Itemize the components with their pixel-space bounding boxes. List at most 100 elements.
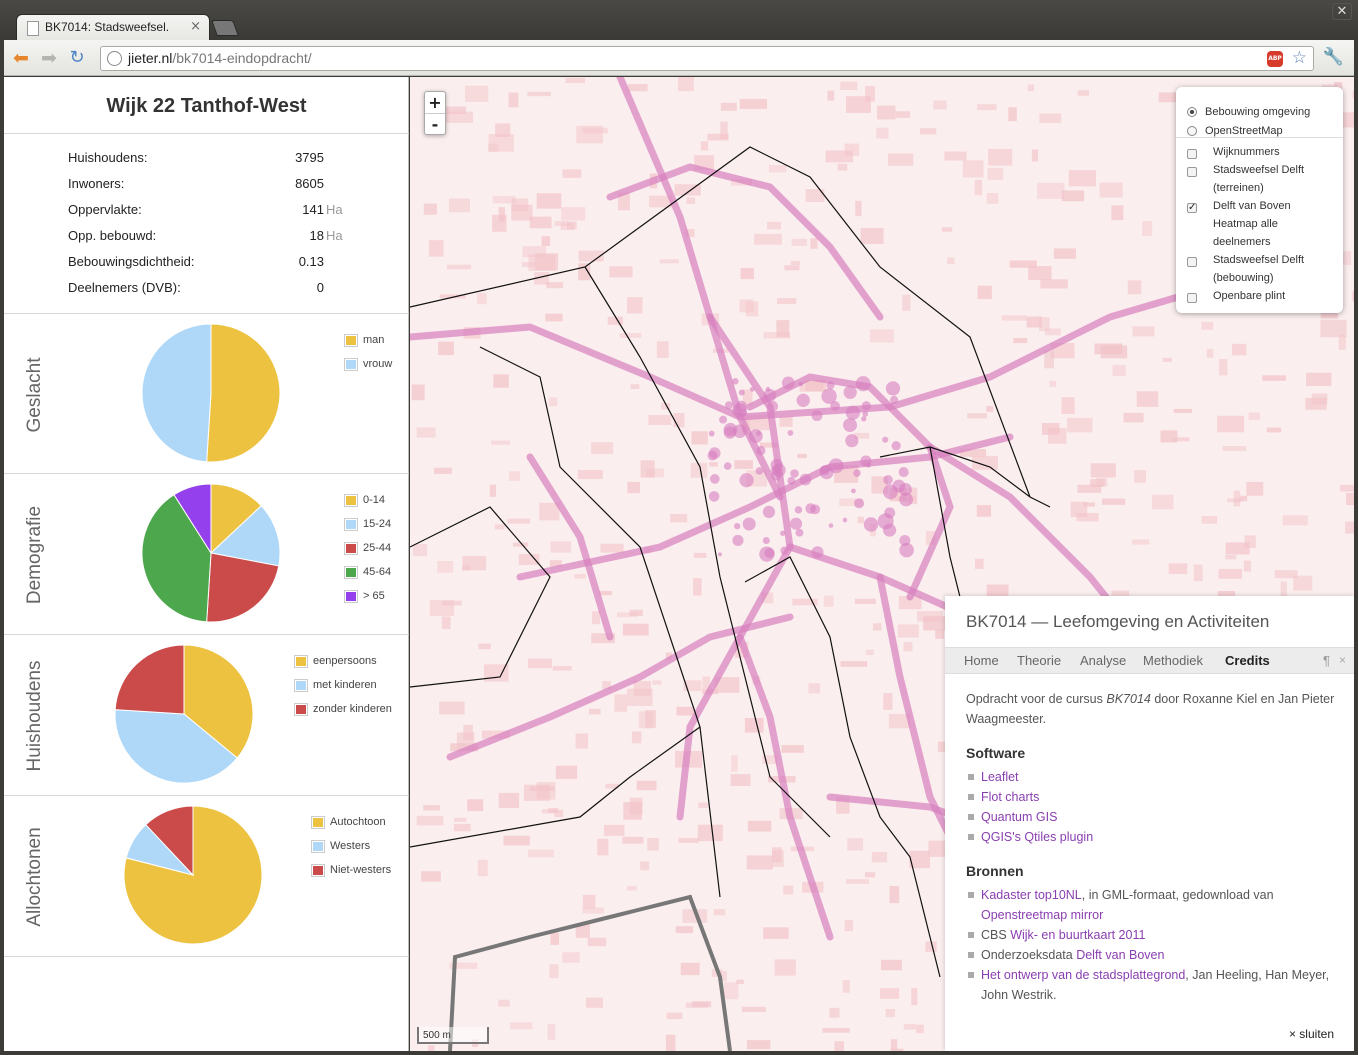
close-panel-button[interactable]: × sluiten (1289, 1027, 1334, 1041)
heatmap-spot (763, 388, 777, 402)
building-block (498, 792, 520, 808)
bookmark-star-icon[interactable]: ☆ (1292, 48, 1307, 68)
building-block (631, 731, 642, 744)
browser-tab[interactable]: BK7014: Stadsweefsel. × (16, 14, 210, 41)
layer-label: Openbare plint (1213, 290, 1286, 302)
layer-label: deelnemers (1213, 236, 1271, 248)
legend-swatch (344, 542, 358, 555)
tab-theorie[interactable]: Theorie (1017, 653, 1061, 668)
zoom-out-button[interactable]: - (425, 114, 445, 136)
checkbox[interactable] (1187, 167, 1197, 177)
heatmap-spot (794, 506, 803, 514)
stat-row: Opp. bebouwd: 18 Ha (68, 225, 368, 251)
building-block (1201, 321, 1214, 330)
source-link[interactable]: Het ontwerp van de stadsplattegrond (981, 968, 1185, 982)
address-bar[interactable]: jieter.nl/bk7014-eindopdracht/ ABP ☆ (100, 46, 1314, 71)
list-item: Quantum GIS (966, 807, 1336, 827)
tab-analyse[interactable]: Analyse (1080, 653, 1126, 668)
layer-label: Wijknummers (1213, 146, 1280, 158)
heatmap-spot (828, 458, 844, 474)
building-block (713, 909, 726, 916)
stat-value: 0.13 (298, 254, 324, 269)
building-block (916, 1024, 924, 1034)
building-block (582, 894, 596, 909)
source-link[interactable]: Wijk- en buurtkaart 2011 (1010, 928, 1145, 942)
tab-close-icon[interactable]: × (190, 19, 201, 34)
tab-credits[interactable]: Credits (1225, 653, 1270, 668)
building-block (1068, 170, 1096, 187)
layer-label: Bebouwing omgeving (1205, 106, 1311, 118)
building-block (1039, 113, 1062, 124)
stat-row: Deelnemers (DVB): 0 (68, 277, 368, 303)
building-block (739, 98, 768, 109)
intro-pre: Opdracht voor de cursus (966, 692, 1107, 706)
software-link[interactable]: Quantum GIS (981, 810, 1057, 824)
layer-label: Delft van Boven (1213, 200, 1291, 212)
radio-button[interactable] (1187, 107, 1197, 117)
layer-label: (bebouwing) (1213, 272, 1274, 284)
checkbox[interactable] (1187, 149, 1197, 159)
url-text[interactable]: jieter.nl/bk7014-eindopdracht/ (128, 50, 312, 66)
building-block (730, 774, 751, 786)
building-block (1077, 484, 1102, 493)
building-block (507, 518, 531, 524)
pilcrow-icon[interactable]: ¶ (1323, 653, 1330, 668)
legend-swatch (344, 590, 358, 603)
pie-section: Geslacht man vrouw (4, 314, 409, 475)
building-block (508, 92, 519, 108)
source-link[interactable]: Delft van Boven (1076, 948, 1164, 962)
stat-label: Deelnemers (DVB): (68, 280, 181, 295)
building-block (633, 681, 652, 696)
chart-title: Demografie (24, 505, 45, 604)
legend-label: vrouw (363, 358, 393, 370)
building-block (1243, 560, 1251, 572)
software-heading: Software (966, 745, 1026, 761)
tab-home[interactable]: Home (964, 653, 999, 668)
wrench-icon[interactable]: 🔧 (1323, 47, 1344, 67)
source-link[interactable]: Kadaster top10NL (981, 888, 1082, 902)
heatmap-spot (845, 434, 859, 448)
checkbox[interactable] (1187, 257, 1197, 267)
building-block (577, 469, 603, 480)
building-block (747, 820, 772, 832)
building-block (941, 227, 953, 232)
close-icon[interactable]: × (1339, 653, 1346, 667)
building-block (880, 959, 902, 971)
building-block (840, 81, 858, 90)
building-block (627, 481, 640, 494)
window-close-icon[interactable]: ✕ (1332, 3, 1352, 20)
software-link[interactable]: Leaflet (981, 770, 1019, 784)
back-arrow-icon[interactable]: ⬅ (10, 47, 32, 69)
forward-arrow-icon[interactable]: ➡ (38, 47, 60, 69)
software-link[interactable]: QGIS's Qtiles plugin (981, 830, 1093, 844)
building-block (678, 837, 699, 844)
software-link[interactable]: Flot charts (981, 790, 1039, 804)
building-block (591, 442, 614, 455)
heatmap-spot (799, 473, 812, 486)
checkbox[interactable] (1187, 293, 1197, 303)
adblock-icon[interactable]: ABP (1267, 51, 1283, 67)
building-block (587, 937, 607, 947)
reload-icon[interactable]: ↻ (66, 47, 88, 69)
legend-swatch (344, 334, 358, 347)
radio-button[interactable] (1187, 126, 1197, 136)
building-block (607, 316, 623, 325)
building-block (1123, 412, 1144, 423)
pie-chart (141, 483, 281, 623)
zoom-in-button[interactable]: + (425, 92, 445, 114)
legend-label: Westers (330, 840, 371, 852)
building-block (652, 680, 662, 685)
chart-title: Geslacht (24, 357, 45, 432)
new-tab-button[interactable] (211, 20, 239, 36)
building-block (1162, 357, 1172, 362)
tab-methodiek[interactable]: Methodiek (1143, 653, 1203, 668)
page-icon (27, 21, 39, 36)
building-block (845, 879, 870, 884)
building-block (860, 227, 884, 244)
building-block (844, 920, 854, 932)
heatmap-spot (899, 535, 911, 546)
source-link[interactable]: Openstreetmap mirror (981, 908, 1103, 922)
building-block (1168, 563, 1188, 575)
building-block (545, 313, 563, 322)
checkbox[interactable]: ✓ (1187, 203, 1197, 213)
